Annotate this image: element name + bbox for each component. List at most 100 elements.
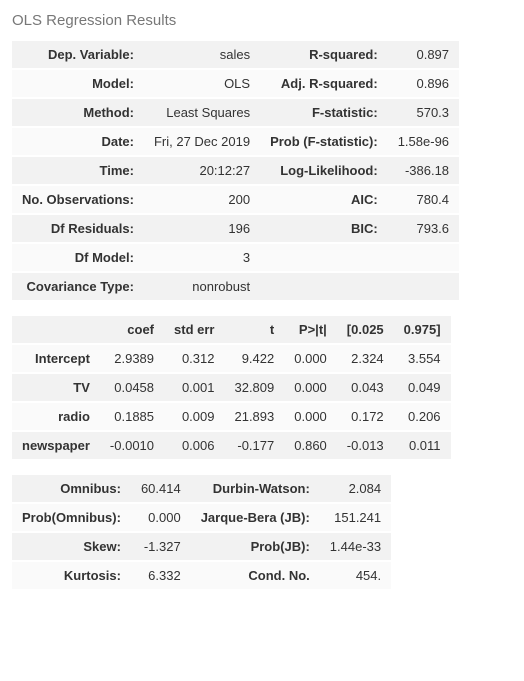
coef-lo: -0.013 [337, 432, 394, 459]
table-row: Omnibus:60.414Durbin-Watson:2.084 [12, 475, 391, 502]
coef-lo: 0.043 [337, 374, 394, 401]
diag-value: 151.241 [320, 504, 391, 531]
summary-label: Df Model: [12, 244, 144, 271]
coef-se: 0.009 [164, 403, 224, 430]
diag-label: Omnibus: [12, 475, 131, 502]
coef-table: coef std err t P>|t| [0.025 0.975] Inter… [12, 314, 451, 461]
table-row: radio0.18850.00921.8930.0000.1720.206 [12, 403, 451, 430]
summary-label: BIC: [260, 215, 388, 242]
table-row: Df Residuals:196BIC:793.6 [12, 215, 459, 242]
diag-value: 2.084 [320, 475, 391, 502]
table-row: Dep. Variable:salesR-squared:0.897 [12, 41, 459, 68]
coef-p: 0.000 [284, 374, 337, 401]
coef-header-t: t [224, 316, 284, 343]
summary-value: -386.18 [388, 157, 459, 184]
coef-hi: 0.206 [394, 403, 451, 430]
summary-label: Method: [12, 99, 144, 126]
table-row: Time:20:12:27Log-Likelihood:-386.18 [12, 157, 459, 184]
summary-label: AIC: [260, 186, 388, 213]
coef-hi: 0.049 [394, 374, 451, 401]
coef-t: 21.893 [224, 403, 284, 430]
summary-label: F-statistic: [260, 99, 388, 126]
coef-p: 0.000 [284, 403, 337, 430]
coef-p: 0.860 [284, 432, 337, 459]
coef-header-blank [12, 316, 100, 343]
table-row: TV0.04580.00132.8090.0000.0430.049 [12, 374, 451, 401]
summary-value [388, 244, 459, 271]
coef-term: Intercept [12, 345, 100, 372]
summary-label [260, 273, 388, 300]
summary-body: Dep. Variable:salesR-squared:0.897Model:… [12, 41, 459, 300]
coef-term: TV [12, 374, 100, 401]
diag-value: 60.414 [131, 475, 191, 502]
diag-label: Jarque-Bera (JB): [191, 504, 320, 531]
summary-value: sales [144, 41, 260, 68]
summary-value: 780.4 [388, 186, 459, 213]
coef-lo: 2.324 [337, 345, 394, 372]
summary-label [260, 244, 388, 271]
table-row: No. Observations:200AIC:780.4 [12, 186, 459, 213]
coef-lo: 0.172 [337, 403, 394, 430]
table-row: Method:Least SquaresF-statistic:570.3 [12, 99, 459, 126]
summary-value: 570.3 [388, 99, 459, 126]
table-row: Df Model:3 [12, 244, 459, 271]
coef-header-hi: 0.975] [394, 316, 451, 343]
coef-header-coef: coef [100, 316, 164, 343]
coef-p: 0.000 [284, 345, 337, 372]
summary-value: 20:12:27 [144, 157, 260, 184]
diag-label: Prob(Omnibus): [12, 504, 131, 531]
summary-label: Covariance Type: [12, 273, 144, 300]
summary-label: Time: [12, 157, 144, 184]
coef-hi: 3.554 [394, 345, 451, 372]
summary-label: Date: [12, 128, 144, 155]
summary-label: No. Observations: [12, 186, 144, 213]
summary-value: Fri, 27 Dec 2019 [144, 128, 260, 155]
summary-value: 0.897 [388, 41, 459, 68]
summary-value: 793.6 [388, 215, 459, 242]
table-row: Skew:-1.327Prob(JB):1.44e-33 [12, 533, 391, 560]
diag-value: 1.44e-33 [320, 533, 391, 560]
summary-table: Dep. Variable:salesR-squared:0.897Model:… [12, 39, 459, 302]
diag-value: 454. [320, 562, 391, 589]
table-row: Covariance Type:nonrobust [12, 273, 459, 300]
summary-value: nonrobust [144, 273, 260, 300]
coef-term: radio [12, 403, 100, 430]
summary-label: Log-Likelihood: [260, 157, 388, 184]
coef-term: newspaper [12, 432, 100, 459]
summary-label: R-squared: [260, 41, 388, 68]
coef-hi: 0.011 [394, 432, 451, 459]
summary-label: Df Residuals: [12, 215, 144, 242]
coef-se: 0.006 [164, 432, 224, 459]
summary-value: Least Squares [144, 99, 260, 126]
coef-t: 32.809 [224, 374, 284, 401]
diag-body: Omnibus:60.414Durbin-Watson:2.084Prob(Om… [12, 475, 391, 589]
table-row: newspaper-0.00100.006-0.1770.860-0.0130.… [12, 432, 451, 459]
coef-t: -0.177 [224, 432, 284, 459]
diag-value: -1.327 [131, 533, 191, 560]
summary-value: 200 [144, 186, 260, 213]
summary-label: Prob (F-statistic): [260, 128, 388, 155]
summary-label: Dep. Variable: [12, 41, 144, 68]
table-row: Model:OLSAdj. R-squared:0.896 [12, 70, 459, 97]
table-row: Prob(Omnibus):0.000Jarque-Bera (JB):151.… [12, 504, 391, 531]
coef-se: 0.312 [164, 345, 224, 372]
coef-header-p: P>|t| [284, 316, 337, 343]
summary-value: OLS [144, 70, 260, 97]
diag-label: Cond. No. [191, 562, 320, 589]
summary-value [388, 273, 459, 300]
table-row: Date:Fri, 27 Dec 2019Prob (F-statistic):… [12, 128, 459, 155]
table-row: Intercept2.93890.3129.4220.0002.3243.554 [12, 345, 451, 372]
coef-coef: 2.9389 [100, 345, 164, 372]
coef-header-row: coef std err t P>|t| [0.025 0.975] [12, 316, 451, 343]
diag-label: Skew: [12, 533, 131, 560]
coef-header-se: std err [164, 316, 224, 343]
coef-coef: 0.1885 [100, 403, 164, 430]
coef-header-lo: [0.025 [337, 316, 394, 343]
diag-label: Durbin-Watson: [191, 475, 320, 502]
coef-coef: 0.0458 [100, 374, 164, 401]
diag-value: 0.000 [131, 504, 191, 531]
summary-value: 3 [144, 244, 260, 271]
coef-t: 9.422 [224, 345, 284, 372]
summary-value: 0.896 [388, 70, 459, 97]
diag-value: 6.332 [131, 562, 191, 589]
